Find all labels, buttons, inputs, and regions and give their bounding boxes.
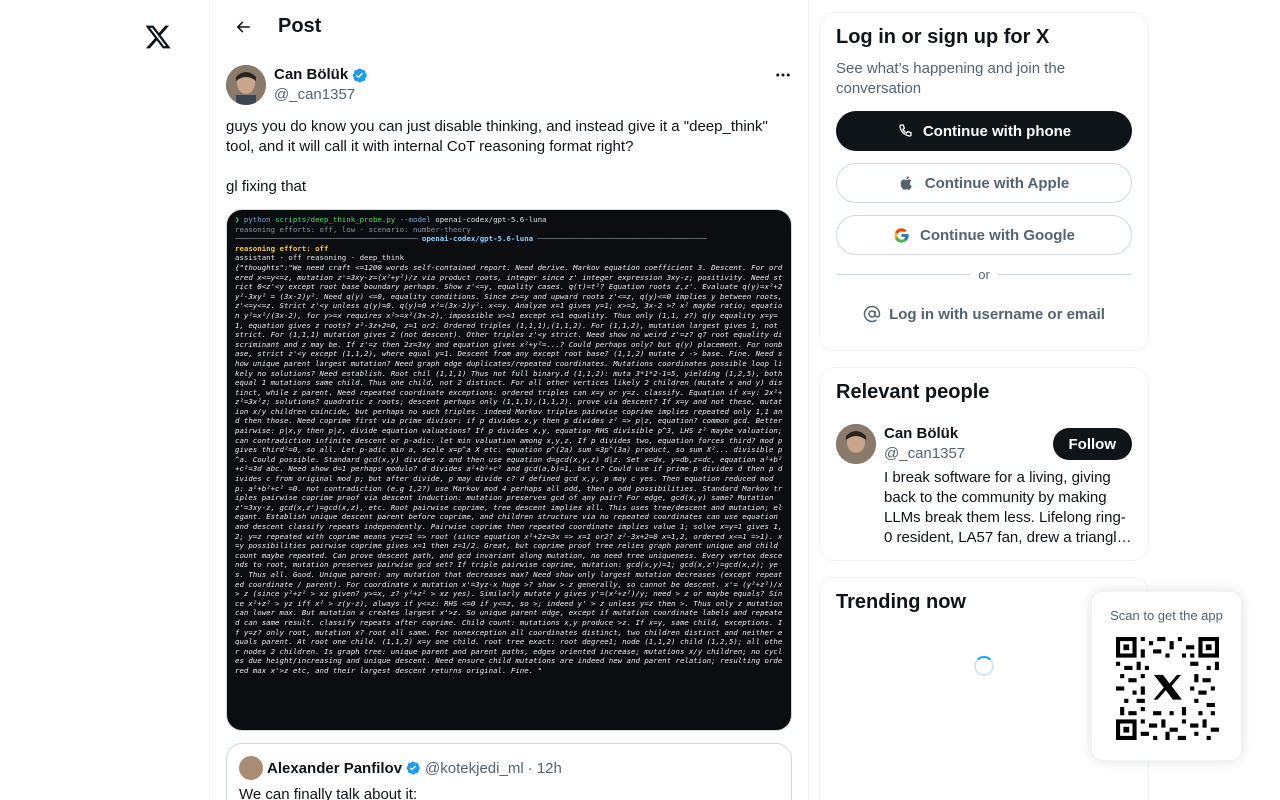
meta-line: reasoning efforts: off, low · scenario: …	[235, 224, 471, 234]
back-button[interactable]	[226, 10, 260, 44]
main-column: Post Can Bölük @_can1357 guys you do kno…	[209, 0, 809, 800]
google-icon	[893, 227, 910, 244]
continue-with-google-button[interactable]: Continue with Google	[836, 215, 1132, 255]
follow-button[interactable]: Follow	[1052, 428, 1132, 460]
qr-label: Scan to get the app	[1110, 608, 1223, 623]
author-name[interactable]: Can Bölük	[274, 65, 348, 85]
more-options-button[interactable]	[758, 65, 792, 85]
or-label: or	[978, 267, 990, 282]
username-label: Log in with username or email	[889, 305, 1105, 323]
or-divider: or	[836, 267, 1132, 282]
avatar[interactable]	[836, 424, 876, 464]
left-nav	[0, 0, 210, 800]
effort-line: reasoning effort: off	[235, 243, 329, 253]
cmd-model: openai-codex/gpt-5.6-luna	[435, 215, 547, 224]
quote-text: We can finally talk about it:	[239, 786, 418, 800]
page-header: Post	[210, 0, 808, 53]
quoted-post[interactable]: Alexander Panfilov @kotekjedi_ml · 12h W…	[226, 743, 792, 800]
relevant-people-title: Relevant people	[836, 381, 990, 403]
login-card: Log in or sign up for X See what’s happe…	[819, 12, 1149, 351]
login-title: Log in or sign up for X	[836, 26, 1050, 48]
arrow-left-icon	[236, 20, 250, 33]
person-name[interactable]: Can Bölük	[884, 424, 965, 444]
cmd-flag: --model	[399, 215, 431, 224]
author-meta: Can Bölük @_can1357	[274, 65, 368, 105]
quote-author-name: Alexander Panfilov	[267, 759, 403, 777]
verified-badge-icon	[405, 760, 421, 776]
post-text: guys you do know you can just disable th…	[226, 118, 768, 195]
qr-code-icon	[1116, 637, 1219, 740]
section-title: openai-codex/gpt-5.6-luna	[421, 234, 534, 244]
quote-header: Alexander Panfilov @kotekjedi_ml · 12h	[239, 756, 779, 780]
qr-app-popup[interactable]: Scan to get the app	[1091, 591, 1242, 761]
quote-author-handle: @kotekjedi_ml	[425, 759, 524, 777]
apple-label: Continue with Apple	[924, 174, 1070, 192]
quote-avatar	[239, 756, 263, 780]
cmd-prompt: ❯	[235, 215, 240, 224]
avatar[interactable]	[226, 65, 266, 105]
google-label: Continue with Google	[920, 226, 1075, 244]
login-subtitle: See what’s happening and join the conver…	[836, 60, 1066, 97]
verified-badge-icon	[351, 67, 368, 84]
person-bio: I break software for a living, giving ba…	[884, 469, 1132, 546]
phone-icon	[897, 123, 913, 139]
page-title: Post	[278, 15, 322, 37]
terminal-output: ❯ python scripts/deep_think_probe.py --m…	[235, 215, 787, 675]
cmd-script: scripts/deep_think_probe.py	[275, 215, 396, 224]
at-sign-icon	[863, 305, 881, 323]
login-username-button[interactable]: Log in with username or email	[836, 294, 1132, 334]
trending-title: Trending now	[836, 591, 966, 613]
relevant-people-card: Relevant people Can Bölük @_can1357 Foll…	[819, 367, 1149, 561]
cmd-python: python	[243, 215, 271, 224]
quote-timestamp: · 12h	[527, 759, 562, 777]
continue-with-phone-button[interactable]: Continue with phone	[836, 111, 1132, 151]
apple-icon	[899, 174, 915, 192]
phone-label: Continue with phone	[922, 122, 1072, 140]
loading-spinner-icon	[974, 656, 994, 676]
reasoning-body: {"thoughts":"We need craft <=1200 words …	[235, 262, 787, 675]
continue-with-apple-button[interactable]: Continue with Apple	[836, 163, 1132, 203]
more-dots-icon	[776, 73, 790, 77]
post: Can Bölük @_can1357 guys you do know you…	[210, 53, 808, 800]
mode-line: assistant · off reasoning · deep_think	[235, 253, 405, 263]
post-author-row: Can Bölük @_can1357	[226, 65, 792, 105]
person-item[interactable]: Can Bölük @_can1357 Follow I break softw…	[836, 424, 1132, 548]
author-handle[interactable]: @_can1357	[274, 85, 368, 105]
post-media-image[interactable]: ❯ python scripts/deep_think_probe.py --m…	[226, 209, 792, 731]
x-logo-icon[interactable]	[143, 20, 173, 54]
person-handle[interactable]: @_can1357	[884, 444, 965, 464]
